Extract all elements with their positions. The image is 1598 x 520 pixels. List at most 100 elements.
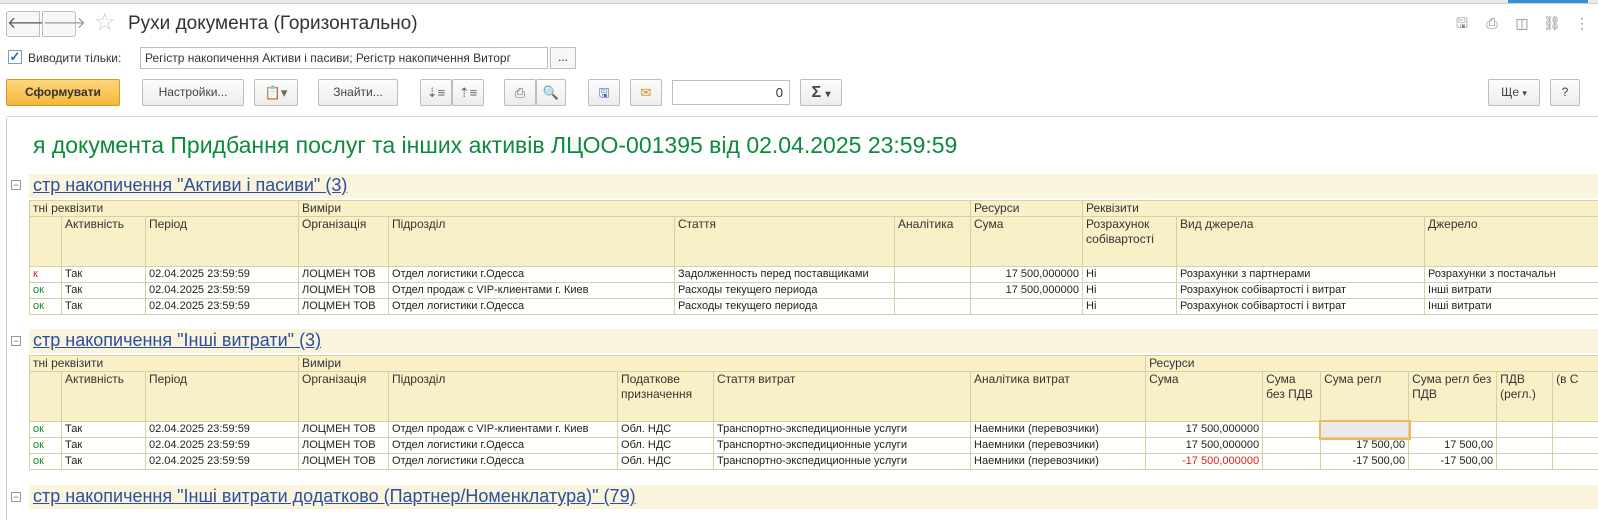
column-header: Аналітика bbox=[894, 216, 972, 267]
print-button-icon[interactable]: ⎙ bbox=[504, 79, 536, 106]
collapse-icon[interactable]: − bbox=[11, 336, 21, 346]
active-tab-indicator bbox=[1508, 0, 1588, 3]
table-cell: ЛОЦМЕН ТОВ bbox=[298, 298, 390, 315]
column-header: ПДВ (регл.) bbox=[1496, 371, 1554, 422]
table-cell: Розрахунки з партнерами bbox=[1176, 266, 1426, 283]
column-header: Розрахунок собівартості bbox=[1082, 216, 1178, 267]
generate-button[interactable]: Сформувати bbox=[6, 79, 120, 106]
report-area[interactable]: я документа Придбання послуг та інших ак… bbox=[6, 118, 1598, 520]
table-cell: Транспортно-экспедиционные услуги bbox=[713, 437, 972, 454]
output-only-label: Виводити тільки: bbox=[28, 51, 122, 65]
table-cell: 02.04.2025 23:59:59 bbox=[144, 421, 300, 438]
window-title: Рухи документа (Горизонтально) bbox=[128, 13, 418, 34]
table-cell: 02.04.2025 23:59:59 bbox=[144, 282, 300, 299]
table-cell: Так bbox=[61, 421, 146, 438]
column-header: Період bbox=[144, 216, 300, 267]
sort-desc-icon[interactable]: ⇣≡ bbox=[420, 79, 452, 106]
help-button[interactable]: ? bbox=[1550, 79, 1580, 106]
more-button[interactable]: Ще ▾ bbox=[1488, 79, 1540, 106]
section-heading-other-expenses[interactable]: стр накопичення "Інші витрати" (3) bbox=[33, 330, 321, 351]
table-cell bbox=[1552, 453, 1598, 470]
table-cell: Обл. НДС bbox=[617, 421, 715, 438]
table-cell: Ні bbox=[1082, 266, 1178, 283]
back-arrow-icon[interactable]: 🡐 bbox=[6, 11, 50, 37]
register-filter-select-button[interactable]: ... bbox=[550, 47, 576, 69]
table-cell: Отдел логистики г.Одесса bbox=[388, 266, 676, 283]
separator bbox=[6, 116, 1598, 117]
output-only-checkbox[interactable]: ✓ bbox=[8, 50, 22, 64]
table-row[interactable]: к Так 02.04.2025 23:59:59 ЛОЦМЕН ТОВ Отдел л… bbox=[29, 266, 1598, 283]
favorite-star-icon[interactable]: ☆ bbox=[94, 9, 116, 37]
table-row[interactable]: ок Так 02.04.2025 23:59:59 ЛОЦМЕН ТОВ Отдел … bbox=[29, 437, 1598, 454]
table-cell: 17 500,00 bbox=[1320, 437, 1410, 454]
group-header: Ресурси bbox=[1145, 355, 1598, 372]
table-cell: Розрахунки з постачальн bbox=[1424, 266, 1598, 283]
table-cell: к bbox=[29, 266, 62, 283]
table-cell: 17 500,000000 bbox=[1145, 421, 1264, 438]
table-cell: -17 500,000000 bbox=[1145, 453, 1264, 470]
table-cell bbox=[1496, 437, 1554, 454]
table-cell: ок bbox=[29, 453, 62, 470]
table-cell: Отдел продаж с VIP-клиентами г. Киев bbox=[388, 282, 676, 299]
save-report-icon[interactable]: 🖫 bbox=[588, 79, 620, 106]
filter-bar: ✓ Виводити тільки: Регістр накопичення А… bbox=[8, 46, 1598, 70]
print-preview-icon[interactable]: 🔍 bbox=[536, 79, 566, 106]
table-cell bbox=[1262, 421, 1322, 438]
table-cell: Інші витрати bbox=[1424, 298, 1598, 315]
table-cell: Обл. НДС bbox=[617, 437, 715, 454]
table-row[interactable]: ок Так 02.04.2025 23:59:59 ЛОЦМЕН ТОВ Отдел … bbox=[29, 453, 1598, 470]
table-row[interactable]: ок Так 02.04.2025 23:59:59 ЛОЦМЕН ТОВ Отдел … bbox=[29, 282, 1598, 299]
send-mail-icon[interactable]: ✉ bbox=[630, 79, 662, 106]
variants-dropdown-icon[interactable]: 📋▾ bbox=[254, 79, 298, 106]
column-header: Сума bbox=[970, 216, 1084, 267]
table-cell: Ні bbox=[1082, 282, 1178, 299]
preview-icon[interactable]: ◫ bbox=[1512, 14, 1532, 32]
table-cell bbox=[1552, 421, 1598, 438]
assets-table: тні реквізити Виміри Ресурси Реквізити А… bbox=[28, 200, 1598, 315]
column-header: Активність bbox=[61, 216, 146, 267]
table-cell: ЛОЦМЕН ТОВ bbox=[298, 453, 390, 470]
register-filter-input[interactable]: Регістр накопичення Активи і пасиви; Рег… bbox=[140, 47, 548, 69]
table-cell: Расходы текущего периода bbox=[674, 298, 896, 315]
table-cell: 02.04.2025 23:59:59 bbox=[144, 437, 300, 454]
table-row[interactable]: ок Так 02.04.2025 23:59:59 ЛОЦМЕН ТОВ Отдел … bbox=[29, 298, 1598, 315]
table-cell: -17 500,00 bbox=[1408, 453, 1498, 470]
table-cell: Так bbox=[61, 437, 146, 454]
collapse-icon[interactable]: − bbox=[11, 180, 21, 190]
other-expenses-table: тні реквізити Виміри Ресурси Активність … bbox=[28, 355, 1598, 470]
selected-cell[interactable] bbox=[1318, 419, 1411, 440]
print-icon[interactable]: ⎙ bbox=[1482, 14, 1502, 32]
table-cell bbox=[1408, 421, 1498, 438]
link-icon[interactable]: ⛓ bbox=[1542, 14, 1562, 32]
table-row[interactable]: ок Так 02.04.2025 23:59:59 ЛОЦМЕН ТОВ Отдел … bbox=[29, 419, 1598, 440]
column-header: (в С bbox=[1552, 371, 1598, 422]
table-cell: ЛОЦМЕН ТОВ bbox=[298, 282, 390, 299]
settings-button[interactable]: Настройки... bbox=[142, 79, 244, 106]
sum-value-field[interactable]: 0 bbox=[672, 80, 790, 105]
column-header: Джерело bbox=[1424, 216, 1598, 267]
table-cell: Так bbox=[61, 298, 146, 315]
forward-arrow-icon[interactable]: 🡒 bbox=[42, 11, 86, 37]
group-header: Виміри bbox=[298, 355, 1147, 372]
column-header: Підрозділ bbox=[388, 371, 619, 422]
more-label: Ще bbox=[1501, 85, 1520, 99]
table-cell: 17 500,000000 bbox=[970, 266, 1084, 283]
section-heading-other-expenses-extra[interactable]: стр накопичення "Інші витрати додатково … bbox=[33, 486, 636, 507]
table-cell: 02.04.2025 23:59:59 bbox=[144, 266, 300, 283]
save-icon[interactable]: 🖫 bbox=[1452, 14, 1472, 32]
column-header: Сума регл без ПДВ bbox=[1408, 371, 1498, 422]
table-cell: 17 500,00 bbox=[1408, 437, 1498, 454]
column-header: Період bbox=[144, 371, 300, 422]
sum-dropdown-button[interactable]: Σ ▾ bbox=[800, 79, 842, 106]
sort-asc-icon[interactable]: ⇡≡ bbox=[452, 79, 484, 106]
section-heading-assets[interactable]: стр накопичення "Активи і пасиви" (3) bbox=[33, 175, 347, 196]
find-button[interactable]: Знайти... bbox=[318, 79, 398, 106]
column-header: Сума без ПДВ bbox=[1262, 371, 1322, 422]
sigma-icon: Σ bbox=[811, 84, 822, 101]
table-cell: Расходы текущего периода bbox=[674, 282, 896, 299]
more-vertical-icon[interactable]: ⋮ bbox=[1572, 14, 1592, 32]
column-header: Підрозділ bbox=[388, 216, 676, 267]
title-bar: 🡐 🡒 ☆ Рухи документа (Горизонтально) 🖫 ⎙ ◫… bbox=[6, 8, 1592, 38]
table-cell: Транспортно-экспедиционные услуги bbox=[713, 453, 972, 470]
collapse-icon[interactable]: − bbox=[11, 492, 21, 502]
